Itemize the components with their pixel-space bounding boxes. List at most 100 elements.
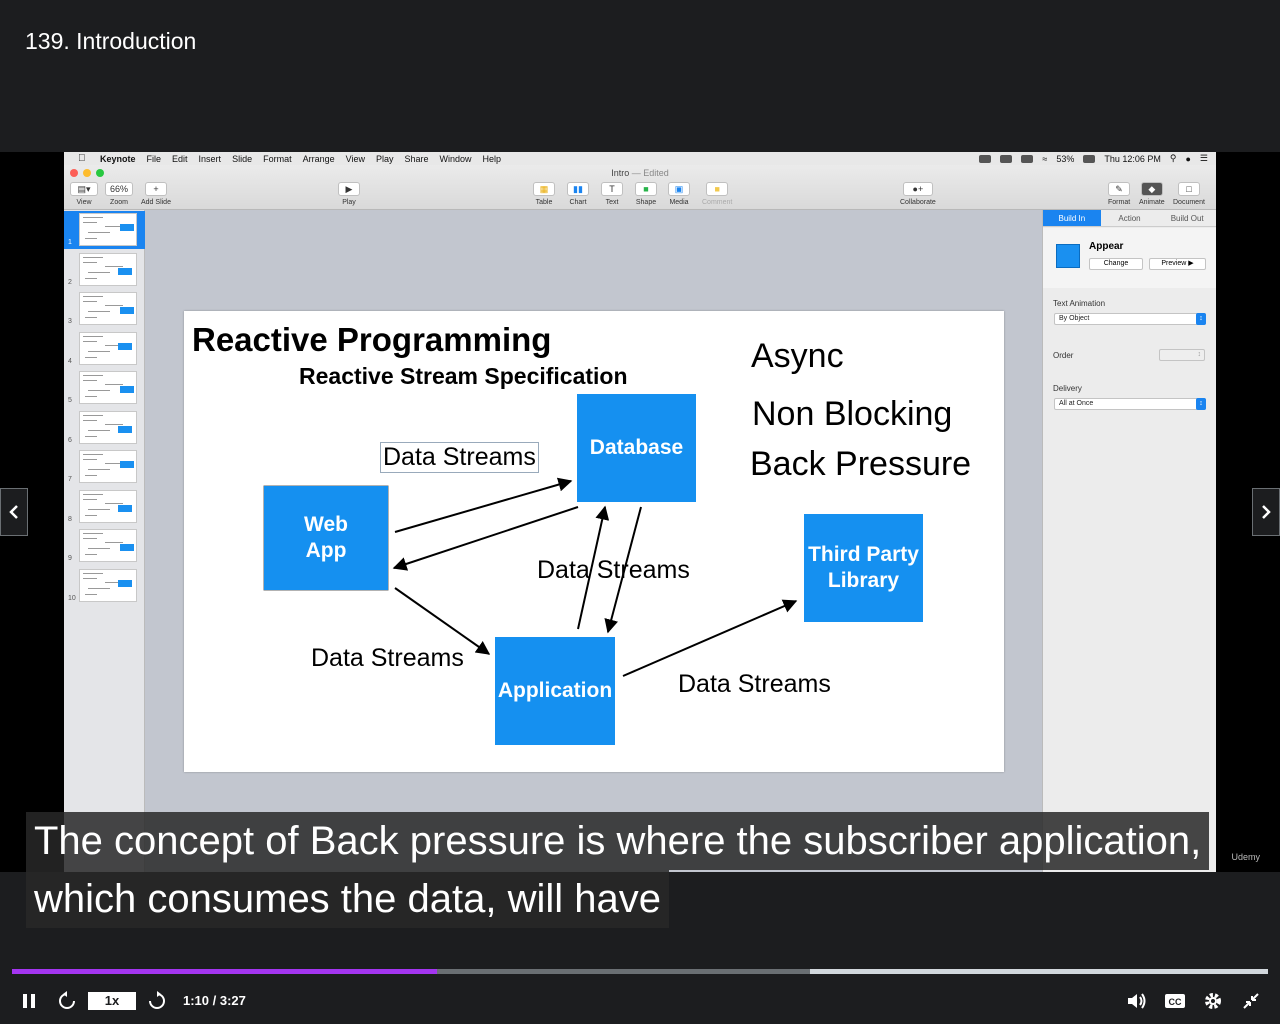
menu-share[interactable]: Share [405, 154, 429, 164]
plus-icon: + [144, 182, 167, 196]
slide-thumbnail[interactable] [79, 450, 137, 483]
shape-button[interactable]: ■ Shape [635, 182, 657, 206]
tab-build-out[interactable]: Build Out [1158, 210, 1216, 226]
screen-record-icon[interactable] [979, 154, 992, 163]
zoom-control[interactable]: 66% Zoom [105, 182, 133, 206]
order-select[interactable]: ↕ [1159, 349, 1205, 361]
third-party-library-box[interactable]: Third Party Library [804, 514, 923, 622]
exit-fullscreen-button[interactable] [1239, 990, 1263, 1012]
menubar-clock[interactable]: Thu 12:06 PM [1104, 154, 1161, 164]
label-data-streams-top[interactable]: Data Streams [380, 442, 539, 473]
spotlight-icon[interactable]: ⚲ [1170, 153, 1177, 164]
menu-slide[interactable]: Slide [232, 154, 252, 164]
menu-edit[interactable]: Edit [172, 154, 188, 164]
menu-arrange[interactable]: Arrange [303, 154, 335, 164]
playback-speed-button[interactable]: 1x [88, 992, 136, 1010]
apple-icon[interactable]:  [78, 153, 88, 164]
menu-view[interactable]: View [346, 154, 365, 164]
slide-thumbnail[interactable] [79, 252, 137, 286]
play-button[interactable]: ▶ Play [338, 182, 360, 206]
thumbnail-line [85, 356, 97, 358]
notification-center-icon[interactable]: ☰ [1200, 153, 1208, 164]
rewind-button[interactable] [55, 990, 79, 1012]
delivery-select[interactable]: All at Once ↕ [1054, 398, 1206, 410]
tab-action[interactable]: Action [1101, 210, 1159, 226]
database-box[interactable]: Database [577, 394, 696, 502]
thumbnail-box [120, 544, 134, 551]
pause-button[interactable] [18, 990, 40, 1012]
bird-icon[interactable] [1021, 154, 1034, 163]
thumbnail-box [120, 307, 134, 314]
web-app-box[interactable]: Web App [264, 486, 388, 590]
mac-menubar:  Keynote File Edit Insert Slide Format … [64, 152, 1216, 165]
thumbnail-line [85, 277, 97, 279]
thumbnail-line [85, 238, 97, 239]
captions-button[interactable]: CC [1163, 990, 1187, 1012]
change-effect-button[interactable]: Change [1089, 258, 1143, 270]
collaborate-button[interactable]: ●+ Collaborate [900, 182, 936, 206]
slide-thumbnail[interactable] [79, 213, 137, 246]
chart-icon: ▮▮ [567, 182, 589, 196]
animate-button[interactable]: ◆ Animate [1139, 182, 1165, 206]
thumbnail-line [85, 317, 97, 318]
tab-build-in[interactable]: Build In [1043, 210, 1101, 226]
chevron-right-icon [1262, 505, 1271, 519]
menu-play[interactable]: Play [376, 154, 394, 164]
progress-played [12, 969, 437, 974]
next-lecture-button[interactable] [1252, 488, 1280, 536]
thumbnail-line [83, 572, 103, 574]
text-button[interactable]: T Text [601, 182, 623, 206]
media-button[interactable]: ▣ Media [668, 182, 690, 206]
table-button[interactable]: ▦ Table [533, 182, 555, 206]
slide-thumbnail[interactable] [79, 529, 137, 562]
label-data-streams-middle[interactable]: Data Streams [537, 556, 690, 585]
label-data-streams-right[interactable]: Data Streams [678, 670, 831, 699]
slide[interactable]: Reactive Programming Reactive Stream Spe… [184, 311, 1004, 772]
menu-help[interactable]: Help [483, 154, 502, 164]
menu-format[interactable]: Format [263, 154, 292, 164]
label-data-streams-left[interactable]: Data Streams [311, 644, 464, 673]
text-animation-select[interactable]: By Object ↕ [1054, 313, 1206, 325]
slide-number: 6 [68, 436, 72, 444]
slide-thumbnail[interactable] [79, 292, 137, 325]
document-button[interactable]: □ Document [1173, 182, 1205, 206]
volume-button[interactable] [1125, 990, 1149, 1012]
application-box[interactable]: Application [495, 637, 615, 745]
view-control[interactable]: ▤▾ View [70, 182, 98, 206]
battery-icon[interactable] [1083, 154, 1096, 163]
thumbnail-line [83, 454, 103, 455]
add-slide-button[interactable]: + Add Slide [141, 182, 171, 206]
preview-button[interactable]: Preview ▶ [1149, 258, 1206, 270]
thumbnail-line [88, 469, 110, 470]
chart-button[interactable]: ▮▮ Chart [567, 182, 589, 206]
thumbnail-line [83, 256, 103, 258]
thumbnail-line [85, 593, 97, 595]
slide-thumbnail[interactable] [79, 371, 137, 404]
table-icon: ▦ [533, 182, 555, 196]
slide-thumbnail[interactable] [79, 568, 137, 602]
thumbnail-line [83, 577, 97, 579]
camera-icon[interactable] [1000, 154, 1013, 163]
menu-file[interactable]: File [147, 154, 162, 164]
thumbnail-line [83, 217, 103, 218]
menu-insert[interactable]: Insert [199, 154, 222, 164]
rewind-icon [59, 991, 75, 1009]
settings-button[interactable] [1201, 990, 1225, 1012]
slide-thumbnail[interactable] [79, 489, 137, 523]
wifi-icon[interactable]: ≈ [1042, 154, 1047, 164]
format-button[interactable]: ✎ Format [1108, 182, 1130, 206]
slide-thumbnail[interactable] [79, 410, 137, 444]
web-app-line2: App [305, 539, 347, 562]
slide-thumbnail[interactable] [79, 331, 137, 365]
menu-window[interactable]: Window [440, 154, 472, 164]
thumbnail-line [105, 305, 123, 306]
thumbnail-box [118, 267, 132, 275]
menu-app[interactable]: Keynote [100, 154, 136, 164]
siri-icon[interactable]: ● [1185, 154, 1190, 164]
comment-button[interactable]: ■ Comment [702, 182, 732, 206]
previous-lecture-button[interactable] [0, 488, 28, 536]
udemy-player-page: 139. Introduction  Keynote File Edit In… [0, 0, 1280, 1024]
forward-button[interactable] [145, 990, 169, 1012]
progress-bar[interactable] [12, 969, 1268, 974]
captions: The concept of Back pressure is where th… [26, 812, 1254, 928]
